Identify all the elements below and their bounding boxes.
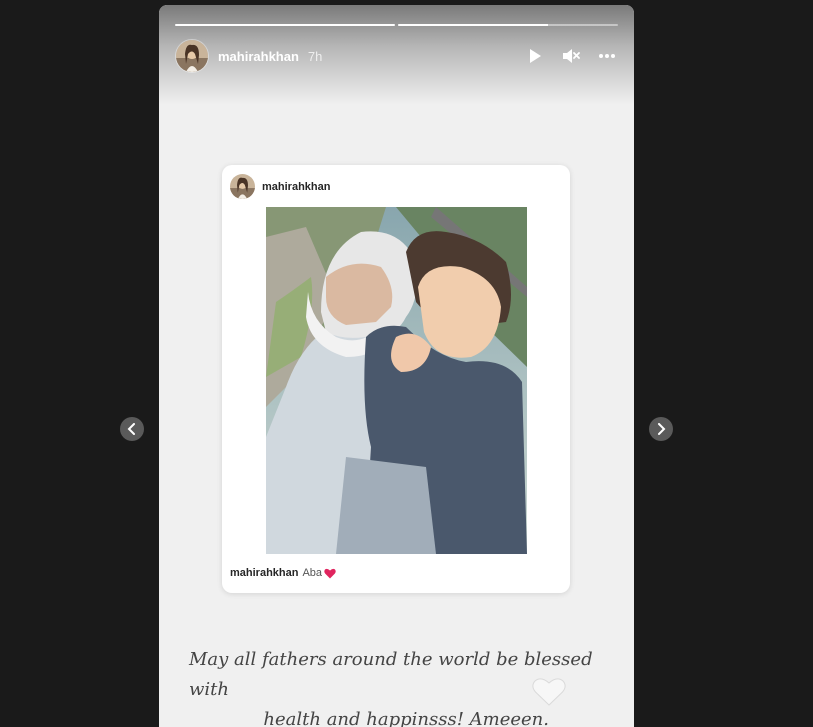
story-progress — [175, 24, 618, 27]
shared-post-card[interactable]: mahirahkhan mahirahkhan Aba — [222, 165, 570, 593]
story-viewer[interactable]: mahirahkhan 7h mahirahkhan mahirahkhan A… — [159, 5, 634, 727]
post-photo[interactable] — [266, 207, 527, 554]
progress-fill-2 — [398, 24, 548, 26]
story-time: 7h — [307, 48, 323, 64]
more-horizontal-icon[interactable] — [596, 45, 618, 67]
story-controls — [524, 45, 618, 67]
avatar[interactable] — [175, 39, 209, 73]
caption-text: Aba — [302, 567, 323, 579]
caption-username[interactable]: mahirahkhan — [230, 567, 298, 579]
post-username[interactable]: mahirahkhan — [262, 181, 330, 193]
white-heart-icon — [532, 677, 566, 712]
chevron-right-icon — [658, 423, 666, 435]
play-icon[interactable] — [524, 45, 546, 67]
post-header: mahirahkhan — [230, 174, 330, 199]
story-username[interactable]: mahirahkhan — [218, 49, 299, 64]
post-avatar[interactable] — [230, 174, 255, 199]
red-heart-icon — [324, 568, 336, 579]
chevron-left-icon — [127, 423, 135, 435]
progress-segment-1 — [175, 24, 395, 26]
next-story-button[interactable] — [649, 417, 673, 441]
muted-speaker-icon[interactable] — [560, 45, 582, 67]
story-header: mahirahkhan 7h — [175, 39, 618, 73]
post-caption: mahirahkhan Aba — [230, 567, 336, 579]
previous-story-button[interactable] — [120, 417, 144, 441]
progress-segment-2 — [398, 24, 618, 26]
progress-fill-1 — [175, 24, 395, 26]
